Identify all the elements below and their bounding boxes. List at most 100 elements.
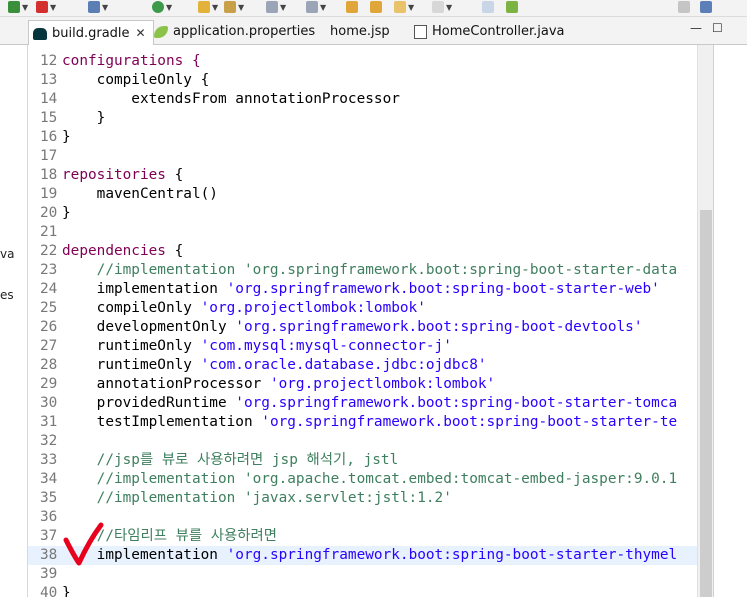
debug-icon[interactable] [8, 1, 20, 13]
code-line[interactable]: 20} [28, 204, 697, 223]
line-number: 23 [40, 262, 58, 278]
code-line[interactable]: 34 //implementation 'org.apache.tomcat.e… [28, 470, 697, 489]
code-line[interactable]: 17 [28, 147, 697, 166]
line-number: 16 [40, 129, 58, 145]
code-line[interactable]: 29 annotationProcessor 'org.projectlombo… [28, 375, 697, 394]
chevron-down-icon[interactable]: ▼ [50, 3, 56, 12]
code-token: testImplementation [62, 414, 262, 430]
code-line[interactable]: 16} [28, 128, 697, 147]
string-token: 'org.springframework.boot:spring-boot-de… [235, 319, 643, 335]
code-text: //implementation 'javax.servlet:jstl:1.2… [62, 489, 452, 508]
code-line[interactable]: 35 //implementation 'javax.servlet:jstl:… [28, 489, 697, 508]
chevron-down-icon[interactable]: ▼ [102, 3, 108, 12]
line-number: 17 [40, 148, 58, 164]
pin-editor-icon[interactable] [482, 1, 494, 13]
code-line[interactable]: 38 implementation 'org.springframework.b… [28, 546, 697, 565]
spring-boot-icon[interactable] [506, 1, 518, 13]
code-line[interactable]: 36 [28, 508, 697, 527]
java-perspective-icon[interactable] [700, 1, 712, 13]
code-line[interactable]: 26 developmentOnly 'org.springframework.… [28, 318, 697, 337]
code-text: implementation 'org.springframework.boot… [62, 546, 678, 565]
code-line[interactable]: 32 [28, 432, 697, 451]
main-toolbar: ▼ ▼ ▼ ▼ ▼ ▼ ▼ ▼ ▼ ▼ [0, 0, 747, 17]
back-icon[interactable] [370, 1, 382, 13]
open-folder-icon[interactable] [198, 1, 210, 13]
java-file-icon [414, 24, 427, 39]
code-line[interactable]: 39 [28, 565, 697, 584]
comment-token: //타임리프 뷰를 사용하려면 [62, 528, 277, 544]
line-number: 38 [40, 547, 58, 563]
chevron-down-icon[interactable]: ▼ [320, 3, 326, 12]
code-line[interactable]: 28 runtimeOnly 'com.oracle.database.jdbc… [28, 356, 697, 375]
code-line[interactable]: 19 mavenCentral() [28, 185, 697, 204]
code-line[interactable]: 25 compileOnly 'org.projectlombok:lombok… [28, 299, 697, 318]
string-token: 'org.projectlombok:lombok' [200, 300, 426, 316]
comment-token: //implementation 'org.apache.tomcat.embe… [62, 471, 678, 487]
tab-label: application.properties [173, 24, 316, 39]
code-line[interactable]: 22 dependencies { [28, 242, 697, 261]
code-token: developmentOnly [62, 319, 236, 335]
code-token: { [165, 243, 184, 259]
editor-vertical-scrollbar[interactable] [697, 45, 714, 597]
chevron-down-icon[interactable]: ▼ [166, 3, 172, 12]
pencil-icon[interactable] [224, 1, 236, 13]
chevron-down-icon[interactable]: ▼ [238, 3, 244, 12]
code-line[interactable]: 18 repositories { [28, 166, 697, 185]
code-line[interactable]: 31 testImplementation 'org.springframewo… [28, 413, 697, 432]
code-line[interactable]: 15 } [28, 109, 697, 128]
code-token: compileOnly [62, 300, 201, 316]
code-line[interactable]: 37 //타임리프 뷰를 사용하려면 [28, 527, 697, 546]
line-number: 15 [40, 110, 58, 126]
code-text: runtimeOnly 'com.mysql:mysql-connector-j… [62, 337, 452, 356]
line-number: 18 [40, 167, 58, 183]
back-arrow-icon[interactable] [394, 1, 406, 13]
close-icon[interactable]: ✕ [136, 26, 146, 40]
new-class-icon[interactable] [152, 1, 164, 13]
chevron-down-icon[interactable]: ▼ [22, 3, 28, 12]
code-token: extendsFrom annotationProcessor [62, 91, 400, 107]
tab-application-properties[interactable]: application.properties [154, 20, 315, 44]
line-number: 30 [40, 395, 58, 411]
code-token: } [62, 585, 71, 597]
forward-arrow-icon[interactable] [432, 1, 444, 13]
code-text: compileOnly 'org.projectlombok:lombok' [62, 299, 426, 318]
code-text: //타임리프 뷰를 사용하려면 [62, 527, 277, 546]
prev-annotation-icon[interactable] [306, 1, 318, 13]
code-line[interactable]: 27 runtimeOnly 'com.mysql:mysql-connecto… [28, 337, 697, 356]
chevron-down-icon[interactable]: ▼ [408, 3, 414, 12]
code-text: configurations { [62, 52, 201, 71]
code-text: repositories { [62, 166, 183, 185]
panel-text-fragment: va [0, 247, 15, 261]
package-icon[interactable] [88, 1, 100, 13]
code-line[interactable]: 13 compileOnly { [28, 71, 697, 90]
tab-home-jsp[interactable]: home.jsp [330, 20, 390, 44]
code-token: { [165, 167, 184, 183]
stop-icon[interactable] [36, 1, 48, 13]
minimize-button[interactable]: — [690, 21, 702, 35]
code-token: } [62, 205, 71, 221]
tab-homecontroller-java[interactable]: HomeController.java [414, 20, 565, 44]
last-edit-icon[interactable] [346, 1, 358, 13]
code-line[interactable]: 23 //implementation 'org.springframework… [28, 261, 697, 280]
string-token: 'org.springframework.boot:spring-boot-st… [261, 414, 678, 430]
right-side-panel [713, 45, 747, 597]
tab-build-gradle[interactable]: build.gradle ✕ [28, 20, 154, 45]
code-line[interactable]: 30 providedRuntime 'org.springframework.… [28, 394, 697, 413]
chevron-down-icon[interactable]: ▼ [212, 3, 218, 12]
tab-label: home.jsp [330, 24, 390, 39]
code-token: compileOnly { [62, 72, 210, 88]
code-line[interactable]: 24 implementation 'org.springframework.b… [28, 280, 697, 299]
maximize-button[interactable]: ☐ [712, 21, 723, 35]
code-line[interactable]: 33 //jsp를 뷰로 사용하려면 jsp 해석기, jstl [28, 451, 697, 470]
next-annotation-icon[interactable] [266, 1, 278, 13]
code-line[interactable]: 12 configurations { [28, 52, 697, 71]
chevron-down-icon[interactable]: ▼ [280, 3, 286, 12]
code-line[interactable]: 14 extendsFrom annotationProcessor [28, 90, 697, 109]
scrollbar-thumb[interactable] [700, 210, 712, 597]
code-line[interactable]: 40} [28, 584, 697, 597]
panel-text-fragment: es [0, 288, 14, 302]
perspective-icon[interactable] [678, 1, 690, 13]
code-editor[interactable]: 12 configurations {13 compileOnly {14 ext… [28, 45, 697, 597]
chevron-down-icon[interactable]: ▼ [446, 3, 452, 12]
code-line[interactable]: 21 [28, 223, 697, 242]
